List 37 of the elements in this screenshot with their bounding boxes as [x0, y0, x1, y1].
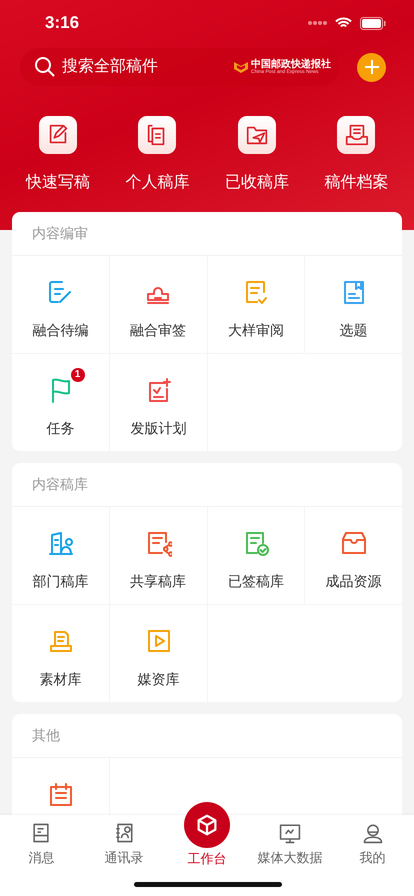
- building-person-icon: [46, 529, 74, 557]
- status-time: 3:16: [45, 13, 80, 33]
- section-title: 内容稿库: [12, 463, 402, 507]
- search-icon: [34, 56, 56, 78]
- section-title: 其他: [12, 714, 402, 758]
- menu-tile[interactable]: 融合审签: [110, 256, 208, 353]
- signal-icon: [307, 20, 327, 26]
- menu-tile[interactable]: 成品资源: [305, 507, 402, 604]
- menu-tile[interactable]: 1 任务: [12, 354, 110, 451]
- menu-tile[interactable]: 素材库: [12, 605, 110, 702]
- search-field[interactable]: 搜索全部稿件: [60, 57, 229, 77]
- menu-tile[interactable]: 媒资库: [110, 605, 208, 702]
- menu-tile[interactable]: 选题: [305, 256, 402, 353]
- section-title: 内容编审: [12, 212, 402, 256]
- logo-icon: [233, 60, 249, 74]
- menu-tile[interactable]: 已签稿库: [208, 507, 306, 604]
- plus-icon: [364, 59, 380, 75]
- logo-name: 中国邮政快递报社: [251, 60, 331, 70]
- quick-action[interactable]: 个人稿库: [112, 116, 202, 193]
- document-tray-icon: [343, 122, 370, 148]
- menu-tile[interactable]: 融合待编: [12, 256, 110, 353]
- notification-badge: 1: [70, 368, 84, 382]
- tab-item[interactable]: 通讯录: [82, 815, 166, 896]
- quick-action[interactable]: 稿件档案: [311, 116, 402, 193]
- quick-action[interactable]: 已收稿库: [212, 116, 302, 193]
- add-button[interactable]: [357, 52, 386, 82]
- battery-icon: [360, 16, 386, 30]
- quick-action[interactable]: 快速写稿: [12, 116, 103, 193]
- tab-item[interactable]: 媒体大数据: [248, 815, 332, 896]
- tab-item[interactable]: 我的: [331, 815, 414, 896]
- menu-tile[interactable]: 部门稿库: [12, 507, 110, 604]
- menu-tile[interactable]: 共享稿库: [110, 507, 208, 604]
- wifi-icon: [335, 17, 352, 29]
- inbox-icon: [340, 529, 368, 557]
- menu-tile[interactable]: 发版计划: [110, 354, 208, 451]
- menu-tile[interactable]: 大样审阅: [208, 256, 306, 353]
- tab-item[interactable]: 消息: [0, 815, 83, 896]
